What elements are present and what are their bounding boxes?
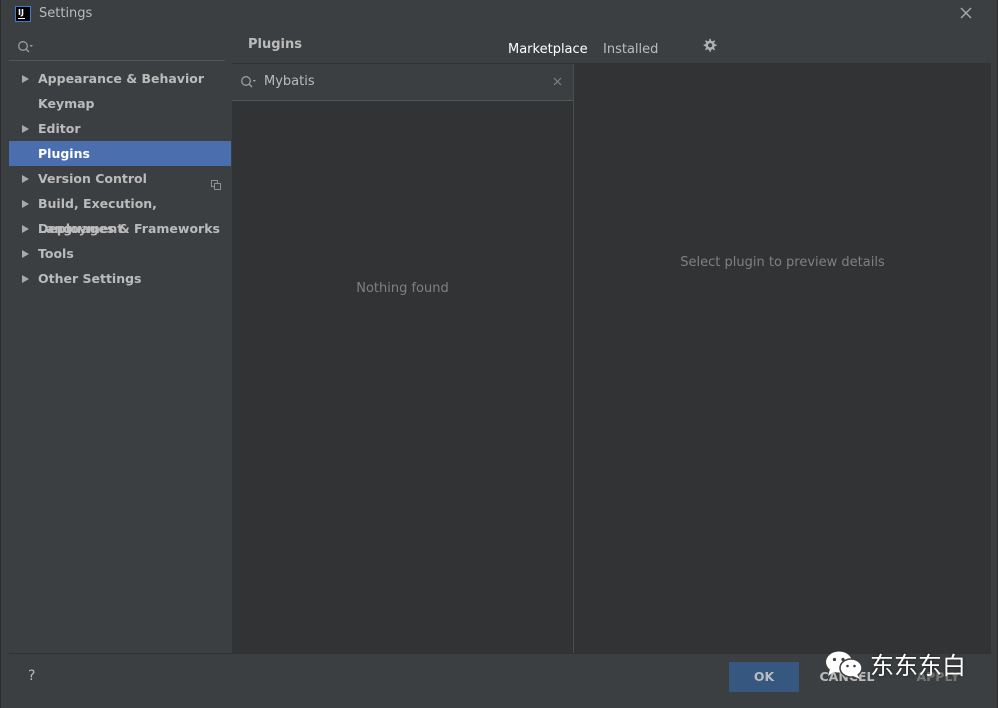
watermark-text: 东东东白 xyxy=(870,652,966,680)
sidebar-item-editor[interactable]: Editor xyxy=(9,116,231,141)
intellij-app-icon: IJ xyxy=(15,6,31,22)
sidebar-item-label: Plugins xyxy=(38,146,90,161)
sidebar-item-build-execution-deployment[interactable]: Build, Execution, Deployment xyxy=(9,191,231,236)
sidebar-item-label: Keymap xyxy=(38,96,95,111)
sidebar-item-appearance-behavior[interactable]: Appearance & Behavior xyxy=(9,66,231,91)
plugin-search-input[interactable]: Mybatis xyxy=(264,74,524,89)
plugin-list-panel: Mybatis Nothing found xyxy=(232,64,573,653)
sidebar-item-other-settings[interactable]: Other Settings xyxy=(9,266,231,291)
sidebar-item-keymap[interactable]: Keymap xyxy=(9,91,231,116)
expand-arrow-icon[interactable] xyxy=(22,250,29,258)
window-title: Settings xyxy=(39,6,93,21)
settings-tree: Appearance & Behavior Keymap Editor Plug… xyxy=(9,66,231,291)
sidebar-item-label: Version Control xyxy=(38,171,147,186)
tab-marketplace[interactable]: Marketplace xyxy=(508,42,588,57)
sidebar-item-label: Tools xyxy=(38,246,74,261)
clear-search-icon[interactable] xyxy=(552,76,563,87)
settings-sidebar: Appearance & Behavior Keymap Editor Plug… xyxy=(9,30,231,653)
settings-search-field[interactable] xyxy=(9,33,225,61)
wechat-logo-icon xyxy=(824,649,866,681)
title-bar: IJ Settings xyxy=(1,0,997,30)
empty-results-text: Nothing found xyxy=(356,281,449,296)
expand-arrow-icon[interactable] xyxy=(22,275,29,283)
sidebar-item-version-control[interactable]: Version Control xyxy=(9,166,231,191)
sidebar-item-label: Editor xyxy=(38,121,81,136)
help-button[interactable]: ? xyxy=(28,668,35,684)
sidebar-item-label: Other Settings xyxy=(38,271,142,286)
sidebar-item-plugins[interactable]: Plugins xyxy=(9,141,231,166)
sidebar-item-languages-frameworks[interactable]: Languages & Frameworks xyxy=(9,216,231,241)
plugin-detail-panel: Select plugin to preview details xyxy=(574,64,991,653)
expand-arrow-icon[interactable] xyxy=(22,175,29,183)
sidebar-item-label: Languages & Frameworks xyxy=(38,221,220,236)
sidebar-item-label: Appearance & Behavior xyxy=(38,71,204,86)
tab-installed[interactable]: Installed xyxy=(603,42,658,57)
plugin-search-field[interactable]: Mybatis xyxy=(232,64,573,101)
sidebar-item-tools[interactable]: Tools xyxy=(9,241,231,266)
search-icon xyxy=(17,40,34,58)
expand-arrow-icon[interactable] xyxy=(22,200,29,208)
search-icon xyxy=(240,75,257,93)
expand-arrow-icon[interactable] xyxy=(22,125,29,133)
gear-icon[interactable] xyxy=(702,38,717,53)
expand-arrow-icon[interactable] xyxy=(22,225,29,233)
detail-placeholder-text: Select plugin to preview details xyxy=(680,255,885,270)
ok-button[interactable]: OK xyxy=(729,662,799,692)
settings-window: IJ Settings Appearance & Behavior Keymap… xyxy=(0,0,998,708)
close-icon[interactable] xyxy=(957,4,975,22)
project-level-icon xyxy=(211,173,221,190)
page-title: Plugins xyxy=(248,37,302,52)
expand-arrow-icon[interactable] xyxy=(22,75,29,83)
